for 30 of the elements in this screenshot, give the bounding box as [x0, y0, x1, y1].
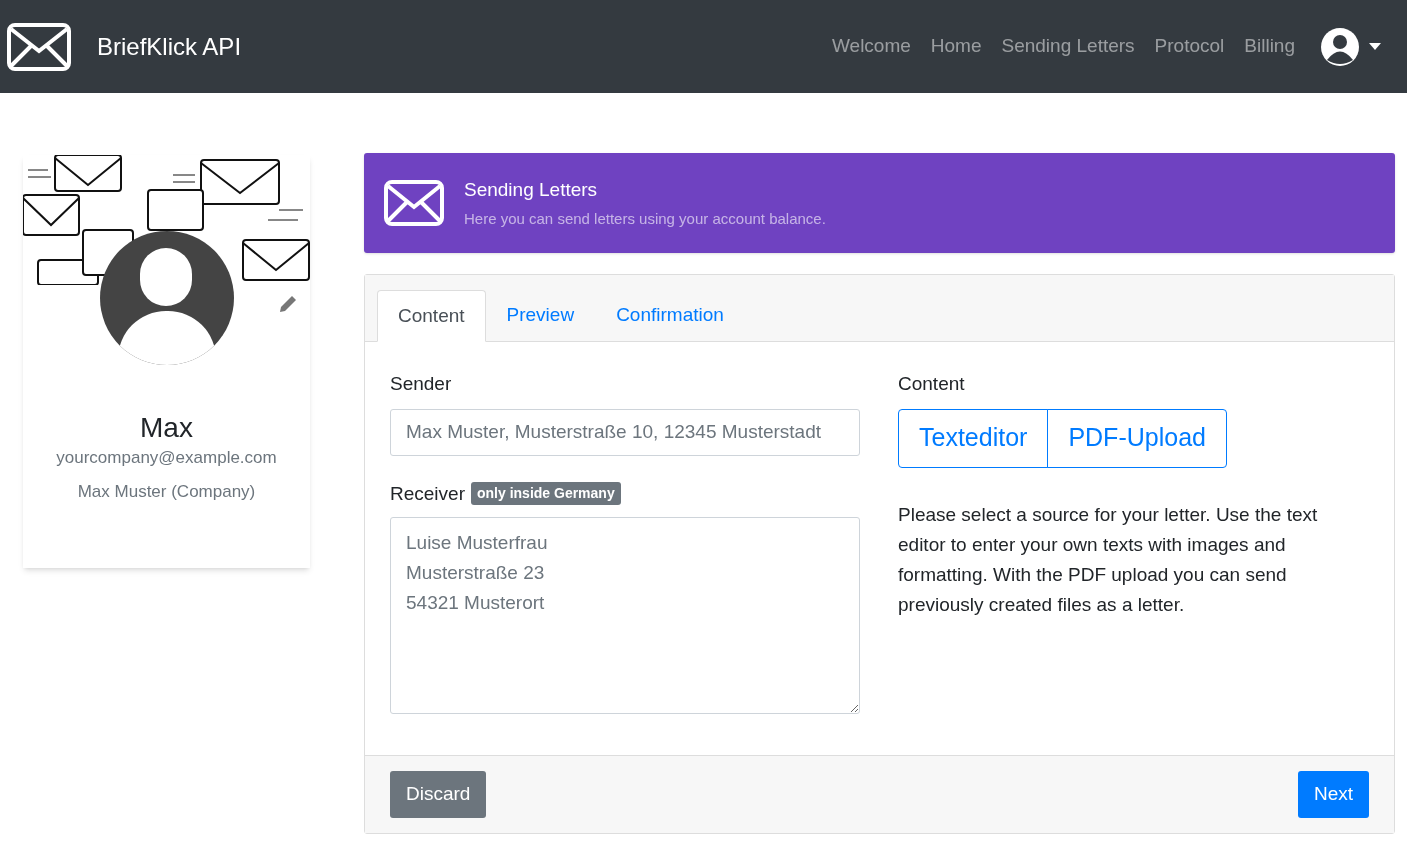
nav-link[interactable]: Welcome [831, 32, 911, 61]
brand-link[interactable]: BriefKlick API [97, 28, 242, 65]
banner-title: Sending Letters [464, 177, 599, 202]
help-text: Please select a source for your letter. Use the text editor to enter your own texts with images and formatting. With the PDF upload you can send previously created files as a letter. [898, 502, 1319, 617]
nav-link[interactable]: Billing [1244, 32, 1295, 61]
region-badge: only inside Germany [471, 482, 621, 506]
profile-email: yourcompany@example.com [56, 447, 277, 469]
profile-company: Max Muster (Company) [77, 480, 256, 503]
receiver-label: Receiver [390, 481, 465, 506]
source-option-button[interactable]: PDF-Upload [1047, 408, 1227, 468]
sender-label: Sender [390, 372, 453, 396]
tab[interactable]: Confirmation [595, 289, 745, 341]
nav-link[interactable]: Home [930, 32, 982, 61]
tab[interactable]: Preview [485, 289, 596, 341]
banner-subtitle: Here you can send letters using your account balance. [464, 209, 826, 229]
profile-name: Max [140, 411, 193, 445]
pencil-icon[interactable] [278, 294, 298, 314]
nav-link[interactable]: Sending Letters [1001, 32, 1135, 61]
tab[interactable]: Content [377, 290, 486, 342]
envelope-logo-icon[interactable] [7, 22, 71, 71]
next-button[interactable]: Next [1297, 771, 1369, 818]
discard-button[interactable]: Discard [390, 771, 487, 818]
envelope-icon [384, 180, 444, 226]
source-option-button[interactable]: Texteditor [898, 408, 1049, 468]
nav-link[interactable]: Protocol [1154, 32, 1225, 61]
receiver-field[interactable]: Luise Musterfrau Musterstraße 23 54321 Musterort [390, 517, 860, 714]
content-label: Content [898, 372, 966, 396]
caret-icon[interactable] [1369, 43, 1381, 50]
sender-field[interactable]: Max Muster, Musterstraße 10, 12345 Musterstadt [390, 408, 860, 456]
user-avatar-icon[interactable] [1321, 27, 1359, 66]
